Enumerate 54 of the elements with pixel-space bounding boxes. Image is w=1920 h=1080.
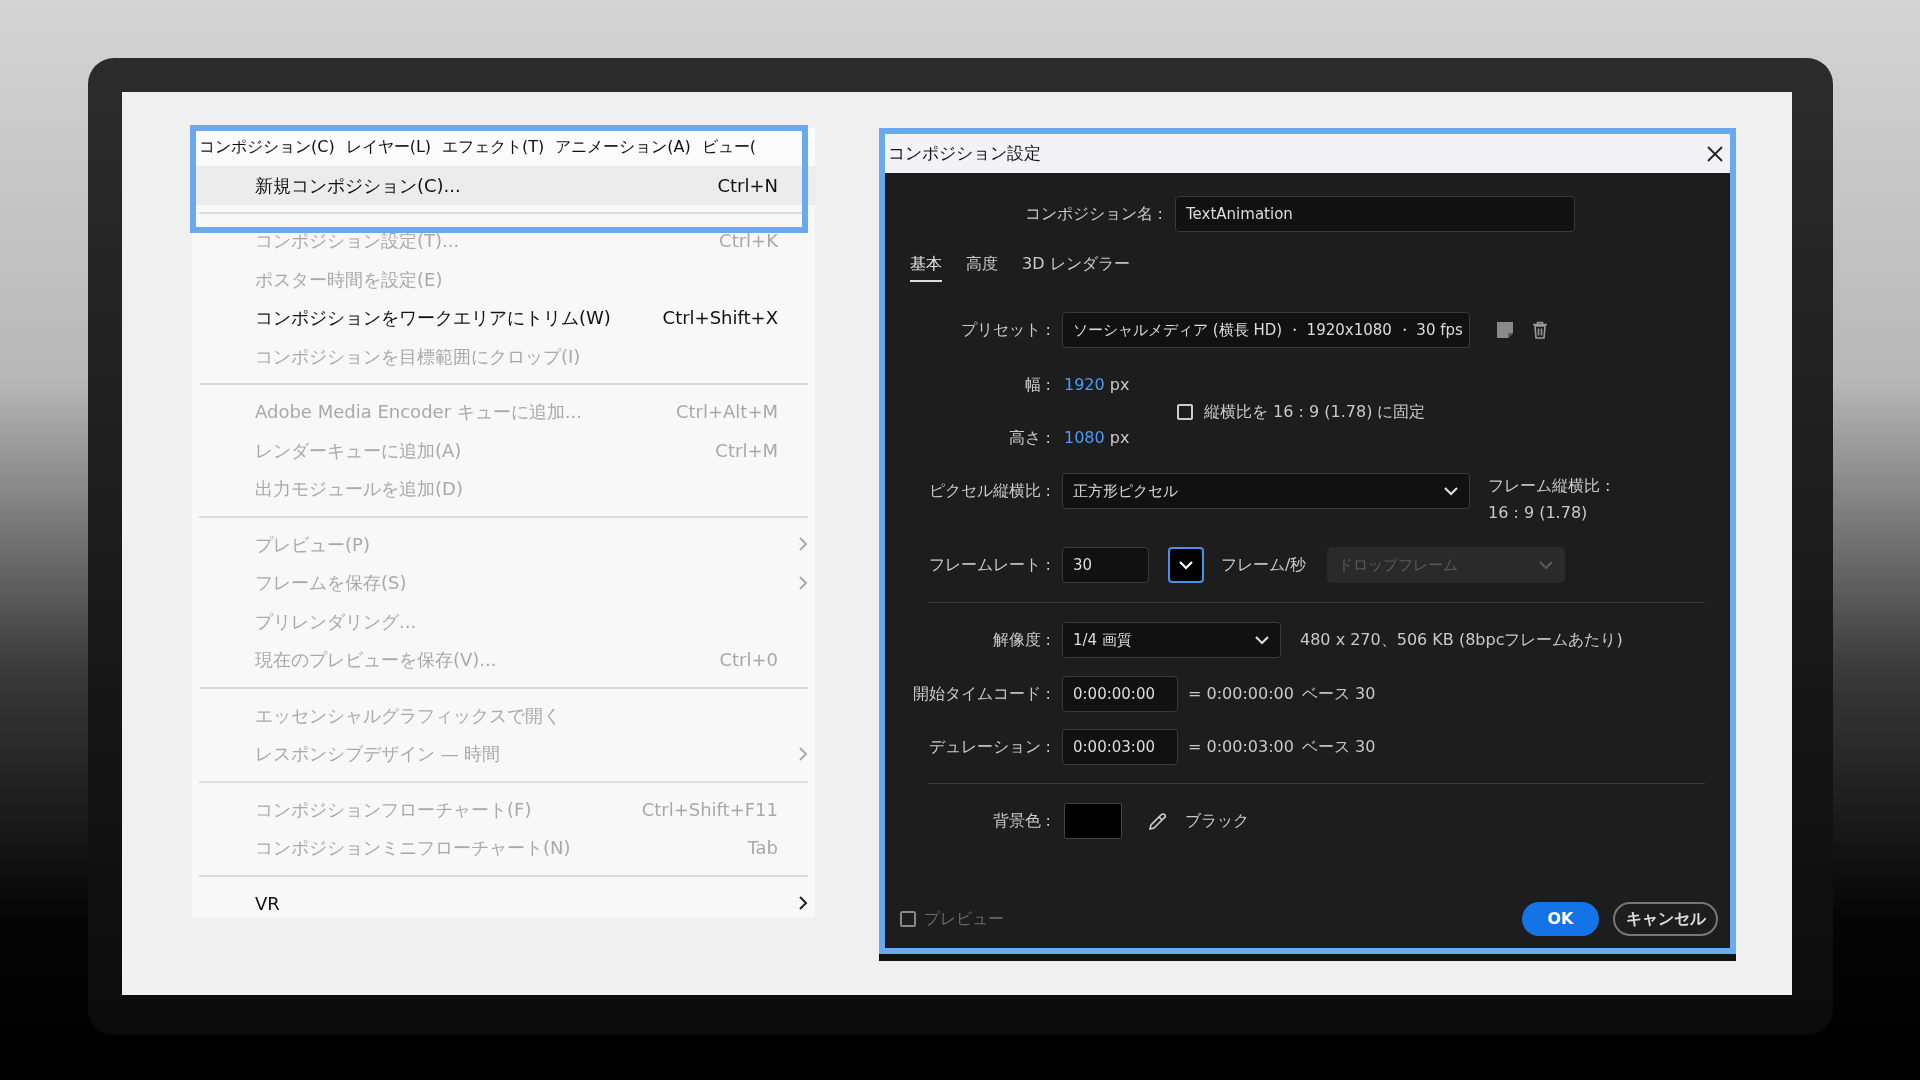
close-icon[interactable] bbox=[1706, 144, 1724, 163]
field-label: コンポジション名 : bbox=[1023, 203, 1163, 225]
field-label: 背景色 : bbox=[991, 810, 1051, 832]
field-label: フレームレート : bbox=[927, 554, 1051, 576]
chevron-down-icon bbox=[1254, 635, 1270, 645]
dimension-value[interactable]: 1080 px bbox=[1064, 426, 1130, 450]
field-label: プリセット : bbox=[959, 319, 1051, 341]
menu-bar-item[interactable]: レイヤー(L) bbox=[343, 128, 434, 166]
color-swatch[interactable] bbox=[1064, 803, 1122, 839]
dropdown[interactable]: 正方形ピクセル bbox=[1062, 473, 1470, 509]
unit-label: フレーム/秒 bbox=[1221, 554, 1308, 576]
field-label: 幅 : bbox=[1023, 374, 1051, 396]
ok-button[interactable]: OK bbox=[1522, 902, 1599, 936]
chevron-down-icon bbox=[1443, 486, 1459, 496]
dropdown[interactable]: 1/4 画質 bbox=[1062, 622, 1281, 658]
dropdown-button[interactable] bbox=[1168, 547, 1204, 583]
chevron-down-icon bbox=[1538, 560, 1554, 570]
frame-aspect-label: フレーム縦横比 : bbox=[1488, 475, 1611, 497]
field-label: デュレーション : bbox=[927, 736, 1051, 758]
field-label: 高さ : bbox=[1007, 427, 1051, 449]
field-label: 解像度 : bbox=[991, 629, 1051, 651]
field-label: ピクセル縦横比 : bbox=[927, 480, 1051, 502]
checkbox-label: プレビュー bbox=[924, 908, 1004, 930]
cancel-button[interactable]: キャンセル bbox=[1613, 902, 1718, 936]
save-icon[interactable] bbox=[1496, 321, 1514, 339]
window-title: コンポジション設定 bbox=[888, 141, 1041, 165]
tab[interactable]: 基本 bbox=[910, 248, 942, 282]
menu-item[interactable]: コンポジションをワークエリアにトリム(W) Ctrl+Shift+X bbox=[192, 298, 815, 337]
checkbox[interactable] bbox=[1177, 403, 1193, 420]
menu-bar-item[interactable]: コンポジション(C) bbox=[197, 128, 337, 166]
input-field[interactable]: 30 bbox=[1062, 547, 1149, 583]
input-field[interactable]: TextAnimation bbox=[1175, 196, 1575, 232]
menu-bar-item[interactable]: ビュー( bbox=[699, 128, 758, 166]
resolution-info: 480 x 270、506 KB (8bpcフレームあたり) bbox=[1300, 629, 1623, 651]
eyedropper-icon[interactable] bbox=[1148, 811, 1168, 831]
timecode-base: ベース 30 bbox=[1301, 736, 1376, 758]
input-field[interactable]: 0:00:00:00 bbox=[1062, 676, 1178, 712]
field-label: 開始タイムコード : bbox=[911, 683, 1051, 705]
trash-icon[interactable] bbox=[1532, 321, 1548, 339]
timecode-text: = 0:00:00:00 bbox=[1188, 683, 1294, 705]
color-name: ブラック bbox=[1185, 810, 1249, 832]
checkbox-label: 縦横比を 16 : 9 (1.78) に固定 bbox=[1204, 400, 1426, 423]
frame-aspect-value: 16 : 9 (1.78) bbox=[1488, 502, 1589, 524]
menu-item[interactable]: VR bbox=[192, 884, 815, 923]
timecode-text: = 0:00:03:00 bbox=[1188, 736, 1294, 758]
menu-bar-item[interactable]: アニメーション(A) bbox=[553, 128, 693, 166]
menu-bar-item[interactable]: エフェクト(T) bbox=[440, 128, 547, 166]
dimension-value[interactable]: 1920 px bbox=[1064, 373, 1130, 397]
tab[interactable]: 3D レンダラー bbox=[1022, 248, 1130, 282]
chevron-down-icon bbox=[1178, 560, 1194, 570]
dropdown[interactable]: ソーシャルメディア (横長 HD) ・ 1920x1080 ・ 30 fps bbox=[1062, 312, 1470, 348]
input-field[interactable]: 0:00:03:00 bbox=[1062, 729, 1178, 765]
timecode-base: ベース 30 bbox=[1301, 683, 1376, 705]
tab[interactable]: 高度 bbox=[966, 248, 998, 282]
